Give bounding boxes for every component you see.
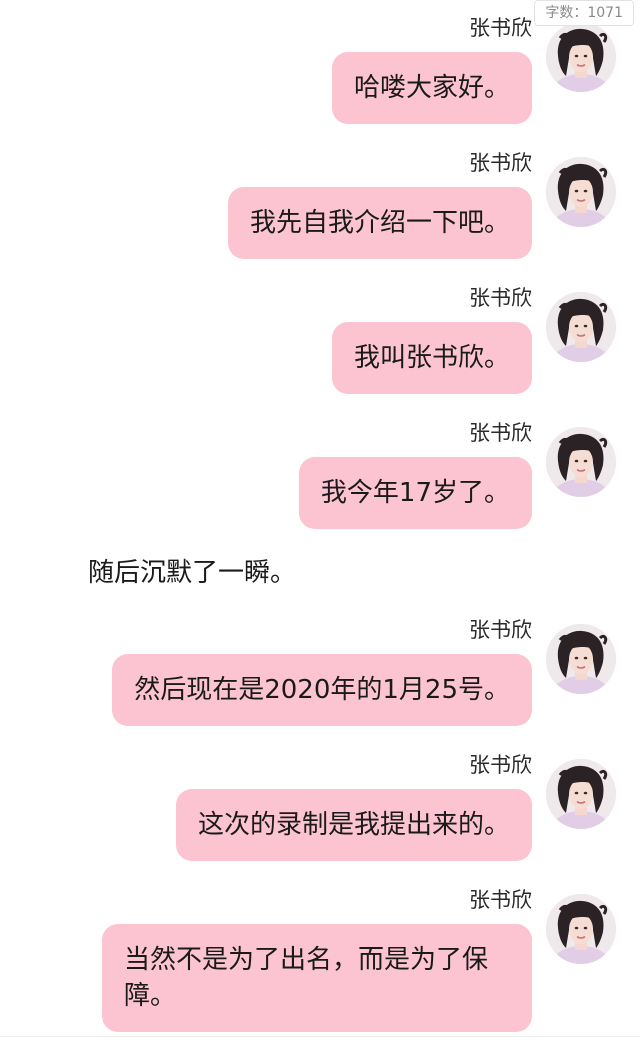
message-text: 当然不是为了出名，而是为了保障。 (124, 945, 489, 1011)
avatar[interactable] (546, 759, 616, 829)
message-text: 我先自我介绍一下吧。 (249, 208, 510, 238)
sender-name: 张书欣 (469, 151, 532, 175)
word-count-value: 1071 (587, 5, 623, 21)
avatar[interactable] (546, 894, 616, 964)
sender-name: 张书欣 (469, 16, 532, 40)
word-count-badge: 字数：1071 (534, 0, 634, 26)
message-bubble[interactable]: 这次的录制是我提出来的。 (175, 789, 532, 861)
chat-area: 张书欣 哈喽大家好。 张书欣 我先自我介绍一下吧。 张书欣 我叫张书欣。 张书欣 我今年17岁… (0, 0, 640, 1045)
avatar[interactable] (546, 292, 616, 362)
sender-name: 张书欣 (469, 421, 532, 445)
sender-name: 张书欣 (469, 618, 532, 642)
divider (0, 1036, 640, 1037)
avatar[interactable] (546, 624, 616, 694)
avatar[interactable] (546, 22, 616, 92)
sender-name: 张书欣 (469, 888, 532, 912)
message-bubble[interactable]: 当然不是为了出名，而是为了保障。 (102, 924, 532, 1032)
message-bubble[interactable]: 我叫张书欣。 (331, 322, 532, 394)
message-bubble[interactable]: 哈喽大家好。 (331, 52, 532, 124)
narration-text: 随后沉默了一瞬。 (88, 558, 297, 588)
word-count-label: 字数： (545, 5, 588, 21)
sender-name: 张书欣 (469, 753, 532, 777)
avatar[interactable] (546, 427, 616, 497)
message-text: 我叫张书欣。 (353, 343, 510, 373)
message-bubble[interactable]: 然后现在是2020年的1月25号。 (112, 654, 532, 726)
message-bubble[interactable]: 我先自我介绍一下吧。 (227, 187, 532, 259)
message-text: 我今年17岁了。 (320, 478, 510, 508)
message-bubble[interactable]: 我今年17岁了。 (298, 457, 532, 529)
message-text: 这次的录制是我提出来的。 (197, 810, 510, 840)
avatar[interactable] (546, 157, 616, 227)
sender-name: 张书欣 (469, 286, 532, 310)
message-text: 然后现在是2020年的1月25号。 (134, 675, 510, 705)
message-text: 哈喽大家好。 (353, 73, 510, 103)
